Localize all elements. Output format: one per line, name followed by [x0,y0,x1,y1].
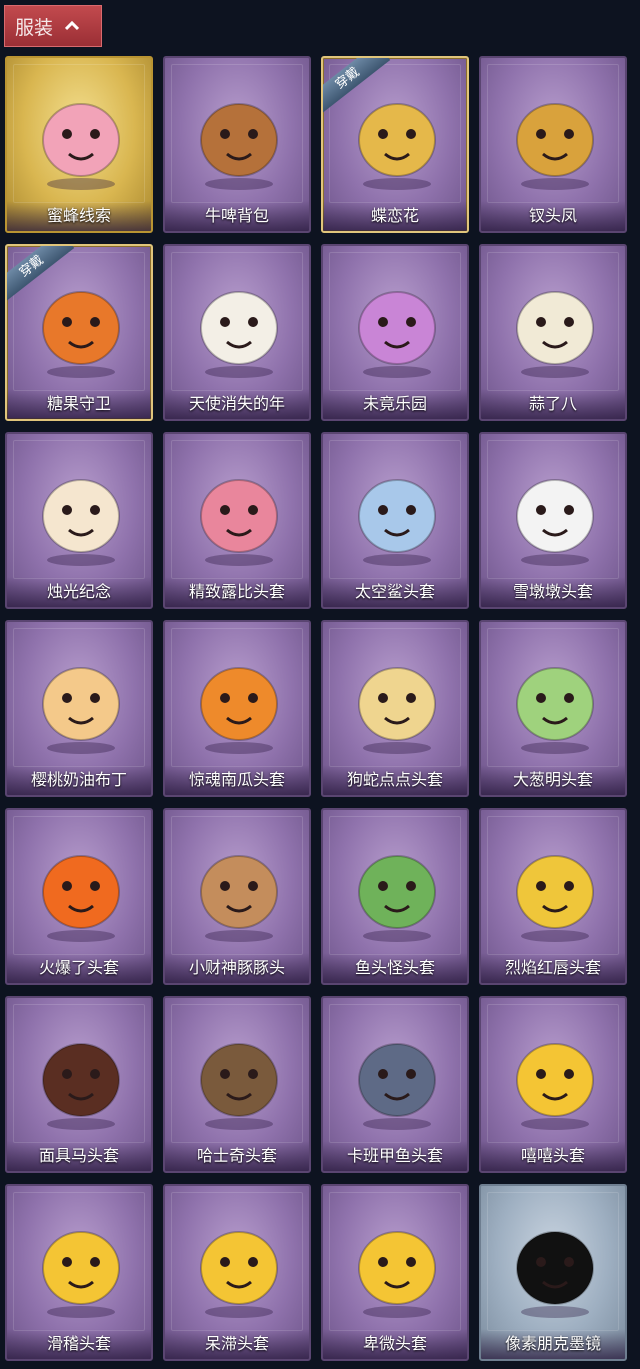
costume-grid: 蜜蜂线索 牛啤背包 穿戴 蝶恋花 钗头凤穿戴 糖果守卫 天使消失的年 未竟乐园 蒜了八烛光纪念精… [5,56,637,1361]
beer-barrel-icon [200,103,278,190]
costume-card[interactable]: 樱桃奶油布丁 [5,620,153,797]
costume-name: 呆滞头套 [165,1329,309,1359]
costume-card[interactable]: 惊魂南瓜头套 [163,620,311,797]
costume-card[interactable]: 大葱明头套 [479,620,627,797]
costume-name: 狗蛇点点头套 [323,765,467,795]
costume-card[interactable]: 火爆了头套 [5,808,153,985]
star-girl-icon [358,291,436,378]
costume-name: 钗头凤 [481,201,625,231]
costume-name: 滑稽头套 [7,1329,151,1359]
costume-card[interactable]: 卡班甲鱼头套 [321,996,469,1173]
stare-emoji-icon [200,1231,278,1318]
angel-doll-icon [200,291,278,378]
costume-card[interactable]: 牛啤背包 [163,56,311,233]
fish-mask-icon [358,855,436,942]
pixel-sunglasses-icon [516,1231,594,1318]
costume-card[interactable]: 像素朋克墨镜 [479,1184,627,1361]
costume-card[interactable]: 面具马头套 [5,996,153,1173]
section-tab-costume[interactable]: 服装 [4,5,102,47]
candle-icon [42,479,120,566]
bee-costume-icon [42,103,120,190]
pudding-icon [42,667,120,754]
fish-head-icon [358,1043,436,1130]
snake-head-icon [358,667,436,754]
fire-head-icon [42,855,120,942]
costume-name: 卡班甲鱼头套 [323,1141,467,1171]
costume-name: 面具马头套 [7,1141,151,1171]
costume-card[interactable]: 哈士奇头套 [163,996,311,1173]
smirk-emoji-icon [42,1231,120,1318]
costume-name: 未竟乐园 [323,389,467,419]
pumpkin-head-icon [200,667,278,754]
costume-card[interactable]: 鱼头怪头套 [321,808,469,985]
chevron-up-icon [65,21,80,31]
horse-mask-icon [42,1043,120,1130]
costume-card[interactable]: 天使消失的年 [163,244,311,421]
costume-name: 天使消失的年 [165,389,309,419]
costume-name: 惊魂南瓜头套 [165,765,309,795]
costume-card[interactable]: 卑微头套 [321,1184,469,1361]
costume-card[interactable]: 钗头凤 [479,56,627,233]
shy-emoji-icon [358,1231,436,1318]
costume-card[interactable]: 蜜蜂线索 [5,56,153,233]
costume-card[interactable]: 未竟乐园 [321,244,469,421]
costume-name: 牛啤背包 [165,201,309,231]
costume-name: 大葱明头套 [481,765,625,795]
husky-head-icon [200,1043,278,1130]
phoenix-crown-icon [516,103,594,190]
yellow-mask-icon [516,855,594,942]
costume-name: 烛光纪念 [7,577,151,607]
grin-emoji-icon [516,1043,594,1130]
costume-name: 鱼头怪头套 [323,953,467,983]
section-tab-label: 服装 [15,16,54,39]
costume-name: 小财神豚豚头 [165,953,309,983]
costume-card[interactable]: 烛光纪念 [5,432,153,609]
costume-name: 精致露比头套 [165,577,309,607]
costume-card[interactable]: 穿戴 糖果守卫 [5,244,153,421]
costume-card[interactable]: 嘻嘻头套 [479,996,627,1173]
costume-name: 卑微头套 [323,1329,467,1359]
garlic-icon [516,291,594,378]
costume-card[interactable]: 滑稽头套 [5,1184,153,1361]
costume-name: 雪墩墩头套 [481,577,625,607]
costume-name: 糖果守卫 [7,389,151,419]
costume-card[interactable]: 穿戴 蝶恋花 [321,56,469,233]
costume-card[interactable]: 呆滞头套 [163,1184,311,1361]
costume-name: 太空鲨头套 [323,577,467,607]
shark-head-icon [358,479,436,566]
costume-name: 蝶恋花 [323,201,467,231]
costume-card[interactable]: 太空鲨头套 [321,432,469,609]
costume-name: 樱桃奶油布丁 [7,765,151,795]
costume-name: 蜜蜂线索 [7,201,151,231]
pink-beaver-head-icon [200,479,278,566]
costume-name: 火爆了头套 [7,953,151,983]
costume-card[interactable]: 烈焰红唇头套 [479,808,627,985]
costume-card[interactable]: 狗蛇点点头套 [321,620,469,797]
costume-card[interactable]: 蒜了八 [479,244,627,421]
costume-card[interactable]: 精致露比头套 [163,432,311,609]
costume-name: 嘻嘻头套 [481,1141,625,1171]
costume-name: 哈士奇头套 [165,1141,309,1171]
costume-card[interactable]: 小财神豚豚头 [163,808,311,985]
costume-name: 烈焰红唇头套 [481,953,625,983]
capybara-head-icon [200,855,278,942]
pumpkin-charm-icon [42,291,120,378]
bell-wreath-icon [358,103,436,190]
costume-name: 像素朋克墨镜 [481,1329,625,1359]
snowman-head-icon [516,479,594,566]
costume-card[interactable]: 雪墩墩头套 [479,432,627,609]
costume-name: 蒜了八 [481,389,625,419]
bok-choy-icon [516,667,594,754]
